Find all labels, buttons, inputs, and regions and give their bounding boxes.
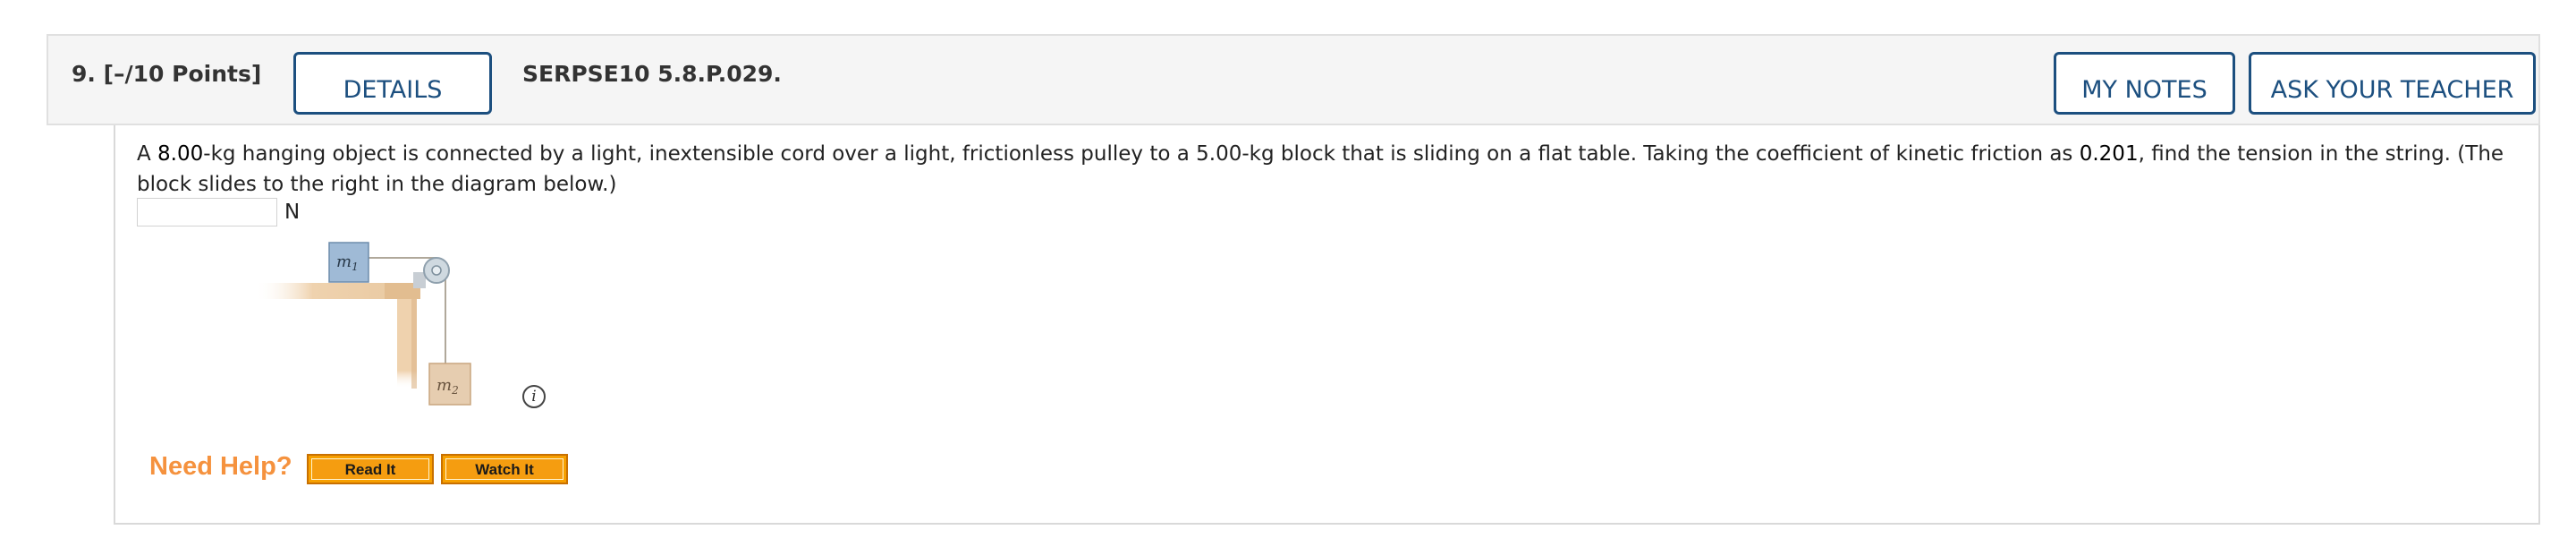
problem-statement: A 8.00-kg hanging object is connected by… [137, 139, 2507, 200]
m1-subscript: 1 [352, 261, 359, 273]
pulley-diagram: m1 m2 [255, 242, 471, 406]
answer-input[interactable] [137, 198, 277, 226]
question-number: 9. [–/10 Points] [72, 61, 262, 87]
problem-text-part: A [137, 142, 158, 166]
details-button[interactable]: DETAILS [293, 52, 492, 115]
read-it-button[interactable]: Read It [307, 454, 434, 484]
answer-unit: N [284, 201, 301, 224]
pulley-hub [431, 265, 442, 276]
problem-code: SERPSE10 5.8.P.029. [522, 61, 782, 87]
ask-your-teacher-button[interactable]: ASK YOUR TEACHER [2249, 52, 2536, 115]
friction-coefficient-value: 0.201 [2079, 142, 2139, 166]
m1-letter: m [336, 252, 352, 271]
info-icon[interactable]: i [522, 385, 546, 408]
need-help-title: Need Help? [149, 452, 292, 481]
hanging-mass-value: 8.00 [157, 142, 204, 166]
question-header: 9. [–/10 Points] DETAILS SERPSE10 5.8.P.… [47, 34, 2540, 125]
my-notes-button[interactable]: MY NOTES [2054, 52, 2235, 115]
m2-letter: m [436, 376, 452, 395]
table-leg-shade [411, 299, 417, 389]
m2-subscript: 2 [451, 384, 459, 397]
watch-it-button[interactable]: Watch It [441, 454, 568, 484]
problem-text-part: -kg hanging object is connected by a lig… [203, 142, 2080, 166]
read-it-label: Read It [311, 458, 429, 480]
watch-it-label: Watch It [445, 458, 564, 480]
